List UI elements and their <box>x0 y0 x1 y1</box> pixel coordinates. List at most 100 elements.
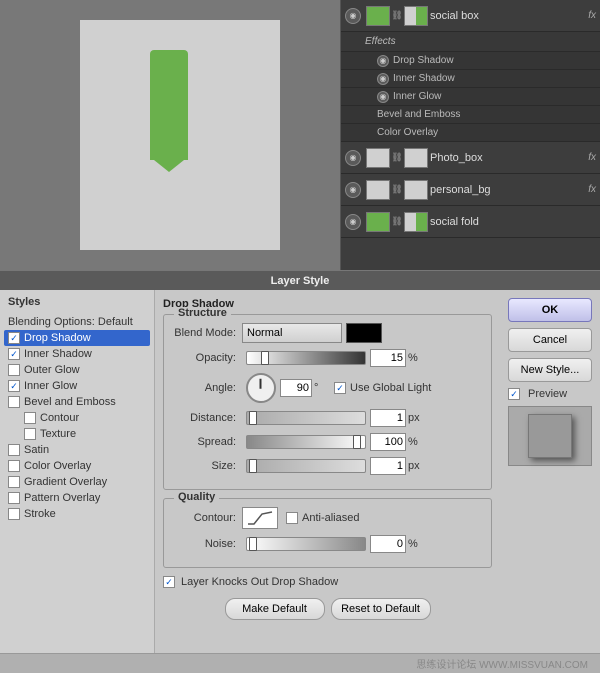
opacity-unit: % <box>408 352 422 364</box>
effect-color-overlay[interactable]: Color Overlay <box>341 124 600 142</box>
style-checkbox[interactable] <box>8 508 20 520</box>
visibility-icon[interactable] <box>345 8 361 24</box>
layer-row[interactable]: ⛓ social box fx <box>341 0 600 32</box>
effects-group: Effects <box>341 32 600 52</box>
style-contour[interactable]: Contour <box>4 410 150 426</box>
global-light-checkbox[interactable] <box>334 382 346 394</box>
global-light-label[interactable]: Use Global Light <box>334 382 431 394</box>
style-checkbox[interactable] <box>8 380 20 392</box>
anti-aliased-label[interactable]: Anti-aliased <box>286 512 359 524</box>
bottom-buttons: Make Default Reset to Default <box>163 594 492 624</box>
effect-visibility[interactable] <box>377 55 389 67</box>
effect-bevel-emboss[interactable]: Bevel and Emboss <box>341 106 600 124</box>
buttons-panel: OK Cancel New Style... Preview <box>500 290 600 653</box>
style-item-label: Color Overlay <box>24 460 91 472</box>
style-checkbox[interactable] <box>8 476 20 488</box>
anti-aliased-checkbox[interactable] <box>286 512 298 524</box>
settings-panel: Drop Shadow Structure Blend Mode: Normal… <box>155 290 500 653</box>
size-slider-thumb[interactable] <box>249 459 257 473</box>
style-outer-glow[interactable]: Outer Glow <box>4 362 150 378</box>
spread-input[interactable] <box>370 433 406 451</box>
visibility-icon[interactable] <box>345 182 361 198</box>
knocks-out-label[interactable]: Layer Knocks Out Drop Shadow <box>163 576 338 588</box>
structure-title: Structure <box>174 307 231 319</box>
angle-dial[interactable] <box>246 373 276 403</box>
style-checkbox[interactable] <box>8 332 20 344</box>
contour-picker[interactable] <box>242 507 278 529</box>
style-item-label: Gradient Overlay <box>24 476 107 488</box>
style-checkbox[interactable] <box>8 492 20 504</box>
distance-slider-thumb[interactable] <box>249 411 257 425</box>
style-bevel-emboss[interactable]: Bevel and Emboss <box>4 394 150 410</box>
size-row: Size: px <box>172 457 483 475</box>
visibility-icon[interactable] <box>345 150 361 166</box>
layer-name: social box <box>430 10 588 22</box>
distance-slider[interactable] <box>246 411 366 425</box>
style-item-label: Inner Glow <box>24 380 77 392</box>
style-checkbox[interactable] <box>8 396 20 408</box>
style-checkbox[interactable] <box>24 412 36 424</box>
layer-row[interactable]: ⛓ Photo_box fx <box>341 142 600 174</box>
style-gradient-overlay[interactable]: Gradient Overlay <box>4 474 150 490</box>
size-slider[interactable] <box>246 459 366 473</box>
blend-mode-label: Blend Mode: <box>172 327 242 339</box>
style-checkbox[interactable] <box>24 428 36 440</box>
cancel-button[interactable]: Cancel <box>508 328 592 352</box>
spread-slider-thumb[interactable] <box>353 435 361 449</box>
effect-inner-glow[interactable]: Inner Glow <box>341 88 600 106</box>
style-checkbox[interactable] <box>8 460 20 472</box>
make-default-button[interactable]: Make Default <box>225 598 325 620</box>
ok-button[interactable]: OK <box>508 298 592 322</box>
style-texture[interactable]: Texture <box>4 426 150 442</box>
style-checkbox[interactable] <box>8 444 20 456</box>
preview-checkbox[interactable] <box>508 388 520 400</box>
style-item-label: Blending Options: Default <box>8 316 133 328</box>
knocks-out-checkbox[interactable] <box>163 576 175 588</box>
distance-input[interactable] <box>370 409 406 427</box>
angle-input[interactable] <box>280 379 312 397</box>
style-satin[interactable]: Satin <box>4 442 150 458</box>
blend-mode-select[interactable]: Normal Multiply Screen <box>242 323 342 343</box>
contour-label: Contour: <box>172 512 242 524</box>
blend-mode-row: Blend Mode: Normal Multiply Screen <box>172 323 483 343</box>
style-checkbox[interactable] <box>8 348 20 360</box>
new-style-button[interactable]: New Style... <box>508 358 592 382</box>
opacity-slider-thumb[interactable] <box>261 351 269 365</box>
noise-input[interactable] <box>370 535 406 553</box>
layer-mask-thumbnail <box>404 148 428 168</box>
noise-slider[interactable] <box>246 537 366 551</box>
effect-drop-shadow[interactable]: Drop Shadow <box>341 52 600 70</box>
style-stroke[interactable]: Stroke <box>4 506 150 522</box>
layer-style-title: Layer Style <box>271 275 330 287</box>
layer-mask-thumbnail <box>404 6 428 26</box>
style-blending-options[interactable]: Blending Options: Default <box>4 314 150 330</box>
reset-to-default-button[interactable]: Reset to Default <box>331 598 431 620</box>
layer-row[interactable]: ⛓ social fold <box>341 206 600 238</box>
opacity-input[interactable] <box>370 349 406 367</box>
global-light-text: Use Global Light <box>350 382 431 394</box>
style-checkbox[interactable] <box>8 364 20 376</box>
style-inner-shadow[interactable]: Inner Shadow <box>4 346 150 362</box>
visibility-icon[interactable] <box>345 214 361 230</box>
spread-unit: % <box>408 436 422 448</box>
noise-row: Noise: % <box>172 535 483 553</box>
noise-slider-thumb[interactable] <box>249 537 257 551</box>
layer-name: personal_bg <box>430 184 588 196</box>
distance-slider-container: px <box>242 409 483 427</box>
effect-visibility[interactable] <box>377 91 389 103</box>
effect-inner-shadow[interactable]: Inner Shadow <box>341 70 600 88</box>
style-color-overlay[interactable]: Color Overlay <box>4 458 150 474</box>
style-pattern-overlay[interactable]: Pattern Overlay <box>4 490 150 506</box>
layer-row[interactable]: ⛓ personal_bg fx <box>341 174 600 206</box>
opacity-slider[interactable] <box>246 351 366 365</box>
green-tab-shape <box>150 50 188 160</box>
style-inner-glow[interactable]: Inner Glow <box>4 378 150 394</box>
spread-slider[interactable] <box>246 435 366 449</box>
blend-color-swatch[interactable] <box>346 323 382 343</box>
structure-section: Structure Blend Mode: Normal Multiply Sc… <box>163 314 492 490</box>
style-drop-shadow[interactable]: Drop Shadow <box>4 330 150 346</box>
size-input[interactable] <box>370 457 406 475</box>
contour-curve-icon <box>246 510 274 526</box>
effect-visibility[interactable] <box>377 73 389 85</box>
footer-bar: 思练设计论坛 WWW.MISSVUAN.COM <box>0 653 600 673</box>
